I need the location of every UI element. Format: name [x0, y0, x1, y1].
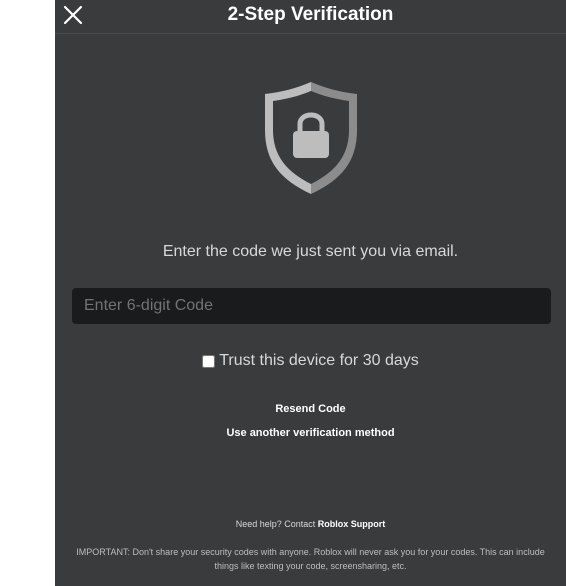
help-text: Need help? Contact Roblox Support [55, 518, 566, 530]
resend-code-button[interactable]: Resend Code [55, 402, 566, 416]
important-note: IMPORTANT: Don't share your security cod… [76, 547, 545, 571]
help-prefix: Need help? Contact [235, 519, 316, 529]
verification-modal: 2-Step Verification Enter the code we ju… [55, 0, 566, 586]
roblox-support-link[interactable]: Roblox Support [318, 519, 386, 529]
shield-lock-icon [261, 80, 361, 196]
modal-header: 2-Step Verification [55, 0, 566, 34]
modal-title: 2-Step Verification [227, 4, 394, 25]
code-input[interactable] [72, 288, 551, 324]
trust-device-label[interactable]: Trust this device for 30 days [219, 351, 419, 371]
another-method-button[interactable]: Use another verification method [55, 426, 566, 440]
trust-device-row[interactable]: Trust this device for 30 days [55, 351, 566, 371]
instruction-text: Enter the code we just sent you via emai… [162, 243, 459, 260]
trust-device-checkbox[interactable] [202, 354, 216, 368]
